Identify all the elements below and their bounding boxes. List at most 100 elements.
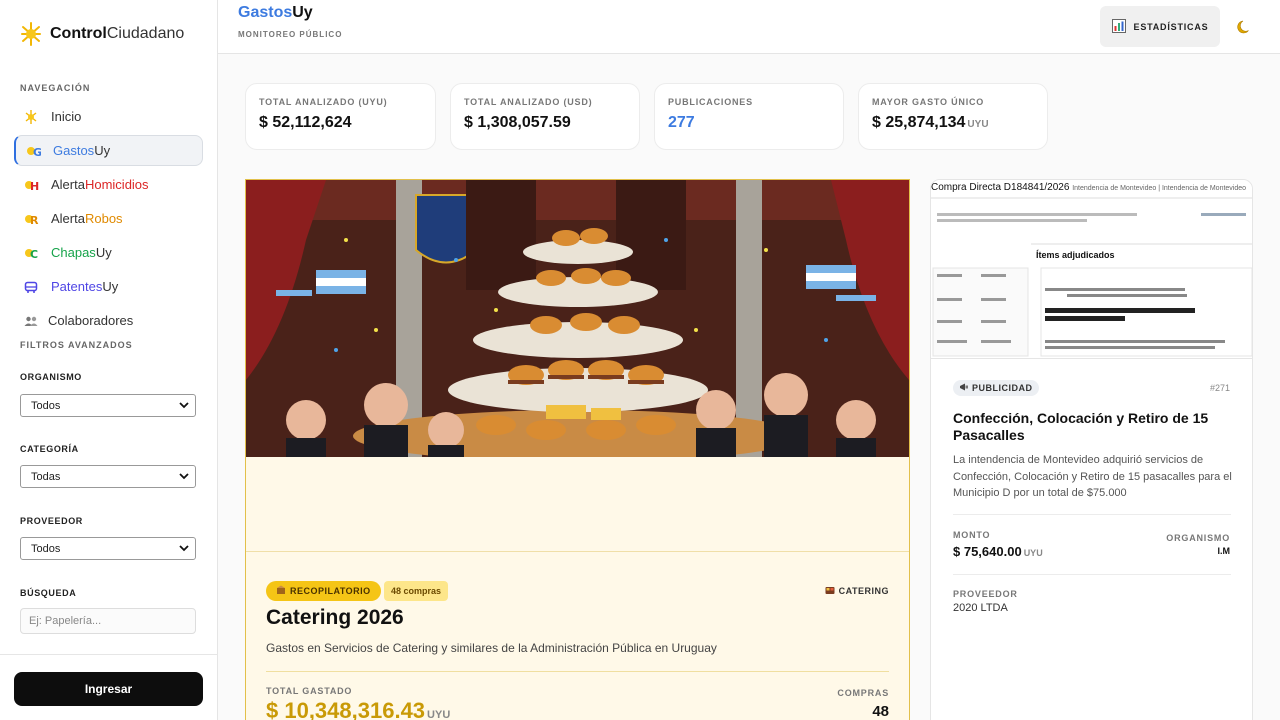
login-button[interactable]: Ingresar — [14, 672, 203, 706]
category-label: CATERING — [838, 586, 889, 596]
featured-card[interactable]: RECOPILATORIO 48 compras CATERING Cateri… — [245, 179, 910, 720]
purchase-card[interactable]: Compra Directa D184841/2026 Intendencia … — [930, 179, 1253, 720]
stat-card-total-usd: TOTAL ANALIZADO (USD) $ 1,308,057.59 — [450, 83, 640, 150]
brand-title[interactable]: GastosUy — [238, 4, 313, 22]
nav-item-inicio[interactable]: Inicio — [14, 101, 203, 132]
recopilatorio-label: RECOPILATORIO — [290, 586, 371, 596]
brand-subtitle: MONITOREO PÚBLICO — [238, 30, 343, 39]
nav-item-patentes[interactable]: PatentesUy — [14, 271, 203, 302]
proveedor-select[interactable]: Todos — [20, 537, 196, 560]
gastos-logo-icon: G — [25, 143, 41, 159]
total-spent-amount: $ 10,348,316.43 — [266, 698, 426, 720]
total-spent-value: $ 10,348,316.43 UYU — [266, 698, 450, 720]
brand-a: Gastos — [238, 4, 293, 21]
nav-label-a: Alerta — [51, 177, 85, 192]
statistics-button[interactable]: ESTADÍSTICAS — [1100, 6, 1220, 47]
card-divider — [953, 574, 1231, 575]
nav-label: AlertaRobos — [51, 211, 123, 226]
nav-label: GastosUy — [53, 143, 110, 158]
nav-item-gastos[interactable]: G GastosUy — [14, 135, 203, 166]
alerta-robos-icon: R — [23, 211, 39, 227]
nav-label: PatentesUy — [51, 279, 118, 294]
svg-text:G: G — [33, 146, 41, 159]
monto-value: $ 75,640.00 UYU — [953, 544, 1043, 559]
nav-label-a: Colaboradores — [48, 313, 134, 328]
organismo-label: ORGANISMO — [1166, 533, 1230, 543]
monto-label: MONTO — [953, 530, 991, 540]
total-spent-unit: UYU — [427, 709, 451, 720]
featured-divider — [266, 671, 889, 672]
organismo-label: ORGANISMO — [20, 372, 82, 382]
category-label: PUBLICIDAD — [972, 383, 1033, 393]
nav-item-robos[interactable]: R AlertaRobos — [14, 203, 203, 234]
svg-text:R: R — [30, 214, 39, 227]
organismo-select[interactable]: Todos — [20, 394, 196, 417]
feature-divider — [246, 551, 909, 552]
svg-text:C: C — [30, 248, 38, 261]
nav-item-homicidios[interactable]: H AlertaHomicidios — [14, 169, 203, 200]
monto-amount: $ 75,640.00 — [953, 544, 1022, 559]
stat-value-text: 277 — [668, 114, 695, 131]
nav-label-a: Gastos — [53, 143, 95, 158]
categoria-select[interactable]: Todas — [20, 465, 196, 488]
sun-logo-icon — [20, 21, 42, 47]
categoria-label: CATEGORÍA — [20, 444, 79, 454]
proveedor-label: PROVEEDOR — [953, 589, 1018, 599]
moon-icon[interactable] — [1236, 18, 1254, 36]
document-scan-lines — [931, 197, 1252, 357]
stat-label: PUBLICACIONES — [668, 97, 753, 107]
nav-item-colaboradores[interactable]: Colaboradores — [14, 305, 203, 336]
stat-label: MAYOR GASTO ÚNICO — [872, 97, 985, 107]
nav-label-a: Inicio — [51, 109, 82, 124]
stat-card-total-uyu: TOTAL ANALIZADO (UYU) $ 52,112,624 — [245, 83, 436, 150]
stat-value: $ 52,112,624 — [259, 114, 422, 132]
purchase-description: La intendencia de Montevideo adquirió se… — [953, 454, 1232, 499]
purchases-label: COMPRAS — [837, 688, 889, 698]
logo[interactable]: ControlCiudadano — [20, 20, 184, 48]
nav-label-a: Chapas — [51, 245, 96, 260]
box-icon — [276, 585, 286, 597]
statistics-label: ESTADÍSTICAS — [1133, 21, 1209, 32]
nav-label: Inicio — [51, 109, 81, 124]
nav-label-a: Patentes — [51, 279, 103, 294]
chevron-down-icon — [178, 399, 190, 411]
proveedor-value: Todos — [31, 542, 61, 555]
nav-label-b: Uy — [94, 143, 111, 158]
nav-label-b: Robos — [84, 211, 123, 226]
total-spent-label: TOTAL GASTADO — [266, 686, 353, 696]
categoria-value: Todas — [31, 470, 61, 483]
publication-number: #271 — [1209, 383, 1230, 393]
nav-label: AlertaHomicidios — [51, 177, 149, 192]
brand-b: Uy — [292, 4, 313, 21]
stat-label: TOTAL ANALIZADO (USD) — [464, 97, 593, 107]
nav-label-a: Alerta — [51, 211, 85, 226]
category-badge: CATERING — [825, 581, 889, 601]
search-input[interactable]: Ej: Papelería... — [20, 608, 196, 634]
monto-unit: UYU — [1023, 548, 1043, 558]
organismo-value: I.M — [1217, 546, 1231, 556]
proveedor-value: 2020 LTDA — [953, 602, 1008, 614]
busqueda-label: BÚSQUEDA — [20, 588, 77, 598]
purchase-title[interactable]: Confección, Colocación y Retiro de 15 Pa… — [953, 410, 1233, 444]
nav-item-chapas[interactable]: C ChapasUy — [14, 237, 203, 268]
nav-label-b: Homicidios — [84, 177, 149, 192]
svg-text:H: H — [30, 180, 39, 193]
category-badge: PUBLICIDAD — [953, 380, 1039, 396]
stat-value: $ 1,308,057.59 — [464, 114, 626, 132]
nav-label-b: Uy — [102, 279, 119, 294]
chevron-down-icon — [178, 470, 190, 482]
stat-value-text: $ 1,308,057.59 — [464, 114, 571, 131]
purchase-count-badge: 48 compras — [384, 581, 449, 601]
logo-bold: Control — [50, 25, 107, 42]
document-preview: Compra Directa D184841/2026 Intendencia … — [931, 180, 1252, 359]
featured-title[interactable]: Catering 2026 — [266, 606, 404, 630]
proveedor-label: PROVEEDOR — [20, 516, 83, 526]
filters-heading: FILTROS AVANZADOS — [20, 340, 133, 350]
stat-value: $ 25,874,134 UYU — [872, 114, 1034, 132]
sidebar-divider — [0, 654, 218, 655]
alerta-homicidios-icon: H — [23, 177, 39, 193]
card-divider — [953, 514, 1231, 515]
recopilatorio-badge: RECOPILATORIO — [266, 581, 381, 601]
chevron-down-icon — [178, 542, 190, 554]
stat-value-text: $ 25,874,134 — [872, 114, 966, 131]
